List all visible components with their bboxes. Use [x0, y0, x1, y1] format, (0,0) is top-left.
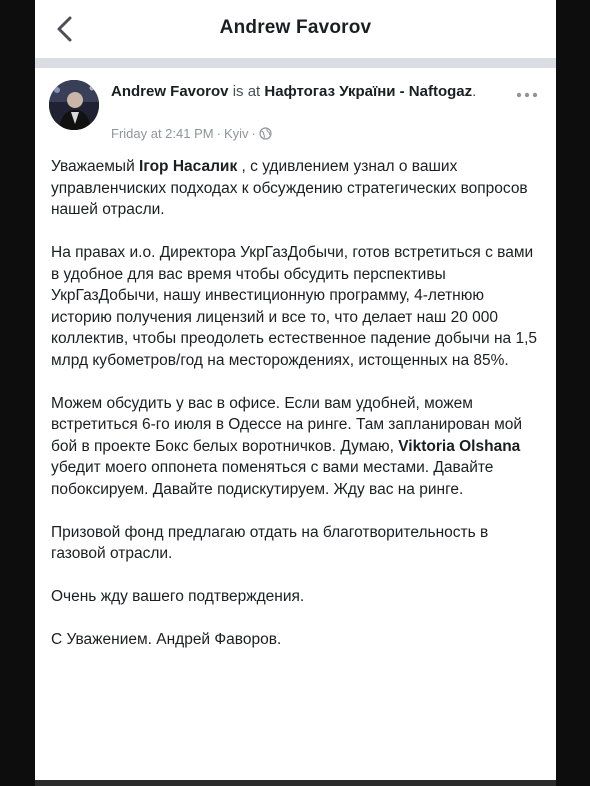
post-paragraph-4: Призовой фонд предлагаю отдать на благот… [51, 523, 489, 563]
author-name[interactable]: Andrew Favorov [111, 83, 229, 100]
mobile-screen: Andrew Favorov Andrew Favorov is at Нафт… [35, 0, 556, 786]
post-body: Уважаемый Ігор Насалик , с удивлением уз… [51, 156, 541, 672]
post-header: Andrew Favorov is at Нафтогаз України - … [111, 82, 491, 102]
post-paragraph-2: На правах и.о. Директора УкрГазДобычи, г… [51, 244, 538, 369]
more-options-button[interactable] [512, 88, 542, 102]
paragraph-text: Уважаемый [51, 158, 140, 175]
post-card: Andrew Favorov is at Нафтогаз України - … [35, 68, 556, 786]
section-divider [35, 58, 556, 68]
meta-separator: · [216, 126, 221, 141]
post-paragraph-1: Уважаемый Ігор Насалик , с удивлением уз… [51, 156, 541, 221]
bottom-edge [35, 780, 556, 786]
mention-link[interactable]: Viktoria Olshana [398, 438, 520, 455]
is-at-text: is at [232, 83, 261, 100]
post-paragraph-5: Очень жду вашего подтверждения. [51, 588, 305, 605]
post-paragraph-6: С Уважением. Андрей Фаворов. [51, 631, 282, 648]
avatar-image [49, 80, 99, 130]
avatar[interactable] [49, 80, 99, 130]
post-paragraph-3: Можем обсудить у вас в офисе. Если вам у… [51, 393, 541, 501]
post-location[interactable]: Kyiv [224, 126, 249, 141]
meta-separator: · [251, 126, 256, 141]
page-title: Andrew Favorov [219, 17, 372, 38]
post-meta: Friday at 2:41 PM · Kyiv · [111, 126, 272, 141]
mention-link[interactable]: Ігор Насалик [139, 158, 237, 175]
more-options-icon [516, 92, 538, 98]
globe-icon [259, 127, 272, 140]
place-end-punct: . [472, 83, 477, 100]
top-nav-bar: Andrew Favorov [35, 0, 556, 59]
paragraph-text: убедит моего оппонета поменяться с вами … [51, 459, 494, 498]
place-name[interactable]: Нафтогаз України - Naftogaz [264, 83, 472, 100]
post-timestamp[interactable]: Friday at 2:41 PM [111, 126, 214, 141]
